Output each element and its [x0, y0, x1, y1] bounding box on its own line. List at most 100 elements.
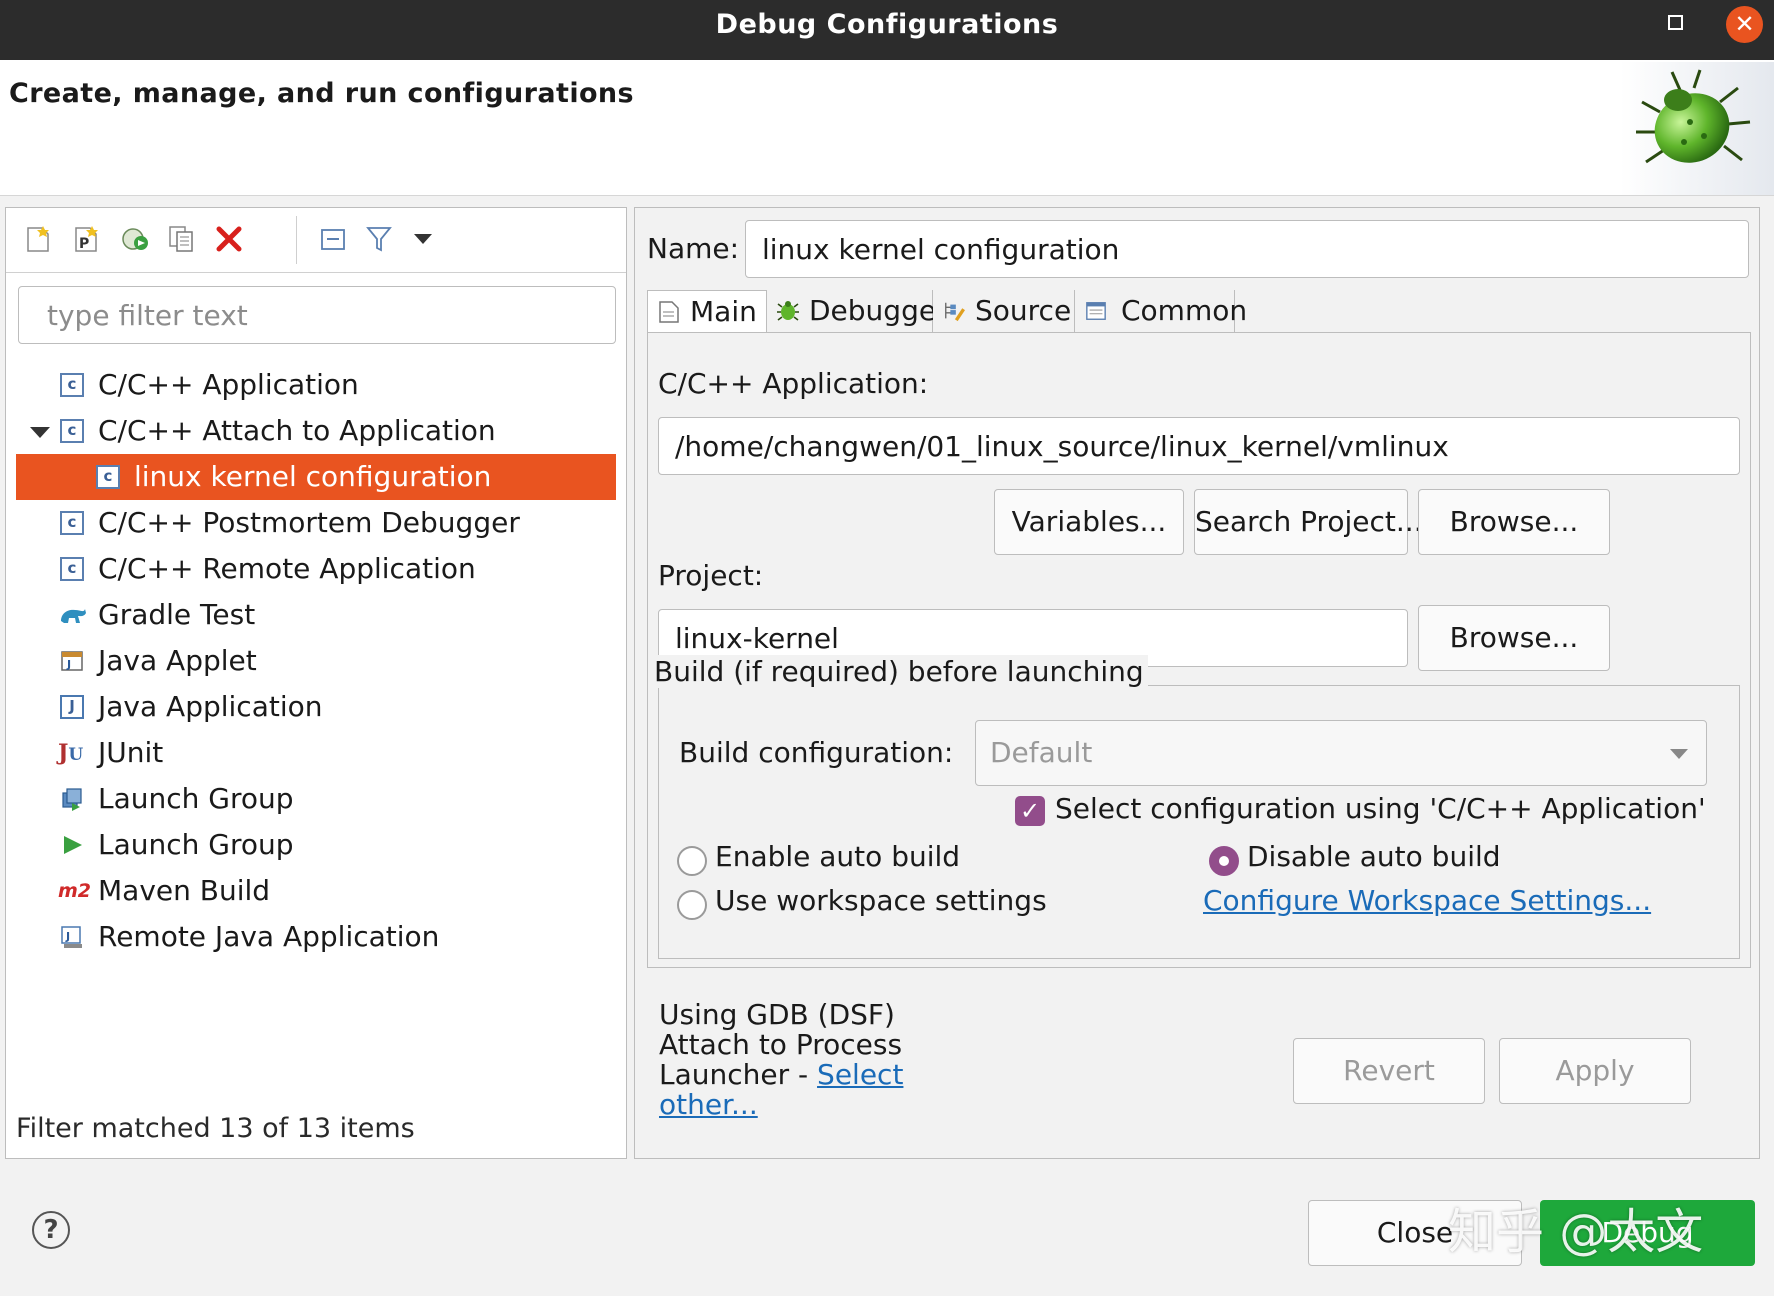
filter-status: Filter matched 13 of 13 items	[16, 1113, 415, 1144]
dialog-heading: Create, manage, and run configurations	[9, 78, 635, 109]
cpp-application-label: C/C++ Application:	[658, 367, 929, 400]
tree-item-cpp-remote[interactable]: c C/C++ Remote Application	[16, 546, 616, 592]
title-bar: Debug Configurations ✕	[0, 0, 1774, 60]
disable-auto-build-radio[interactable]	[1209, 846, 1239, 876]
configure-workspace-settings-link[interactable]: Configure Workspace Settings...	[1203, 884, 1651, 917]
launcher-info: Using GDB (DSF) Attach to Process Launch…	[659, 1000, 929, 1120]
filter-icon[interactable]	[362, 222, 396, 256]
apply-button[interactable]: Apply	[1499, 1038, 1691, 1104]
tree-item-label: Remote Java Application	[98, 920, 440, 953]
tab-label: Source	[975, 294, 1072, 327]
use-workspace-settings-radio[interactable]	[677, 890, 707, 920]
collapse-all-icon[interactable]	[316, 222, 350, 256]
tree-item-cpp-attach[interactable]: c C/C++ Attach to Application	[16, 408, 616, 454]
variables-button[interactable]: Variables...	[994, 489, 1184, 555]
tree-item-linux-kernel-configuration[interactable]: c linux kernel configuration	[16, 454, 616, 500]
tree-item-launch-group[interactable]: Launch Group	[16, 776, 616, 822]
build-configuration-label: Build configuration:	[679, 736, 954, 769]
tree-item-junit[interactable]: JU JUnit	[16, 730, 616, 776]
tab-main[interactable]: Main	[647, 290, 767, 332]
tree-item-gradle-test[interactable]: Gradle Test	[16, 592, 616, 638]
debugger-tab-icon	[777, 301, 799, 321]
maximize-icon[interactable]	[1668, 15, 1683, 30]
source-tab-icon	[945, 302, 965, 322]
tree-item-label: Launch Group	[98, 828, 294, 861]
cpp-application-input[interactable]	[658, 417, 1740, 475]
tree-item-java-application[interactable]: J Java Application	[16, 684, 616, 730]
new-prototype-icon[interactable]: P	[70, 222, 104, 256]
revert-button[interactable]: Revert	[1293, 1038, 1485, 1104]
delete-icon[interactable]	[212, 222, 246, 256]
build-group: Build configuration: Default ✓ Select co…	[658, 685, 1740, 959]
configuration-editor-panel: Name: Main Debugger Source Common C/C++ …	[634, 207, 1760, 1159]
tree-item-label: linux kernel configuration	[134, 460, 492, 493]
export-icon[interactable]	[118, 222, 152, 256]
common-tab-icon	[1086, 302, 1106, 320]
tree-item-label: C/C++ Application	[98, 368, 359, 401]
tree-item-label: Java Application	[98, 690, 323, 723]
cpp-app-icon: c	[60, 373, 84, 397]
browse-application-button[interactable]: Browse...	[1418, 489, 1610, 555]
filter-input[interactable]	[18, 286, 616, 344]
launch-group-play-icon	[64, 836, 82, 854]
tab-bar: Main Debugger Source Common	[647, 290, 1751, 332]
remote-java-icon: J	[61, 926, 82, 948]
tab-debugger[interactable]: Debugger	[767, 290, 948, 332]
launch-group-icon	[62, 788, 82, 811]
tab-source[interactable]: Source	[933, 290, 1075, 332]
cpp-app-icon: c	[60, 511, 84, 535]
tree-item-cpp-postmortem[interactable]: c C/C++ Postmortem Debugger	[16, 500, 616, 546]
disable-auto-build-label: Disable auto build	[1247, 840, 1501, 873]
select-config-checkbox[interactable]: ✓	[1015, 796, 1045, 826]
duplicate-icon[interactable]	[164, 222, 198, 256]
close-icon[interactable]: ✕	[1726, 6, 1763, 43]
enable-auto-build-label: Enable auto build	[715, 840, 961, 873]
name-input[interactable]	[745, 220, 1749, 278]
gradle-icon	[61, 609, 86, 623]
tree-item-label: Launch Group	[98, 782, 294, 815]
chevron-down-icon[interactable]	[30, 427, 50, 438]
view-menu-icon[interactable]	[406, 222, 440, 256]
cpp-app-icon: c	[60, 419, 84, 443]
select-other-link-continued[interactable]: other...	[659, 1088, 758, 1121]
tree-item-launch-group-2[interactable]: Launch Group	[16, 822, 616, 868]
java-applet-icon: J	[61, 651, 83, 671]
main-tab-icon	[659, 301, 679, 323]
browse-project-button[interactable]: Browse...	[1418, 605, 1610, 671]
window-title: Debug Configurations	[715, 9, 1059, 40]
tree-item-label: JUnit	[98, 736, 164, 769]
cpp-app-icon: c	[96, 465, 120, 489]
project-label: Project:	[658, 559, 764, 592]
tab-label: Common	[1121, 294, 1248, 327]
dialog-header: Create, manage, and run configurations	[0, 60, 1774, 196]
tree-item-label: Maven Build	[98, 874, 271, 907]
watermark: 知乎 @太文	[1448, 1204, 1704, 1260]
tree-item-remote-java[interactable]: J Remote Java Application	[16, 914, 616, 960]
build-group-label: Build (if required) before launching	[654, 655, 1148, 688]
build-configuration-select[interactable]: Default	[975, 720, 1707, 786]
use-workspace-settings-label: Use workspace settings	[715, 884, 1047, 917]
tree-item-label: C/C++ Attach to Application	[98, 414, 496, 447]
enable-auto-build-radio[interactable]	[677, 846, 707, 876]
configuration-list-panel: P c C/C++ Application c C/C++ Att	[5, 207, 627, 1159]
tree-item-cpp-application[interactable]: c C/C++ Application	[16, 362, 616, 408]
tab-common[interactable]: Common	[1075, 290, 1247, 332]
toolbar-separator	[296, 216, 297, 264]
cpp-app-icon: c	[60, 557, 84, 581]
bug-icon	[1620, 62, 1774, 195]
maven-icon: m2	[58, 880, 92, 902]
tab-label: Debugger	[809, 294, 948, 327]
help-icon[interactable]: ?	[32, 1211, 70, 1249]
tree-item-java-applet[interactable]: J Java Applet	[16, 638, 616, 684]
svg-text:J: J	[65, 930, 70, 943]
new-configuration-icon[interactable]	[22, 222, 56, 256]
tab-label: Main	[690, 295, 757, 328]
launcher-line-1: Using GDB (DSF)	[659, 998, 895, 1031]
tree-item-maven-build[interactable]: m2 Maven Build	[16, 868, 616, 914]
tree-item-label: Gradle Test	[98, 598, 256, 631]
select-other-link[interactable]: Select	[817, 1058, 903, 1091]
tree-item-label: Java Applet	[98, 644, 257, 677]
select-config-label: Select configuration using 'C/C++ Applic…	[1055, 792, 1706, 825]
search-project-button[interactable]: Search Project...	[1194, 489, 1423, 555]
name-label: Name:	[647, 232, 740, 265]
